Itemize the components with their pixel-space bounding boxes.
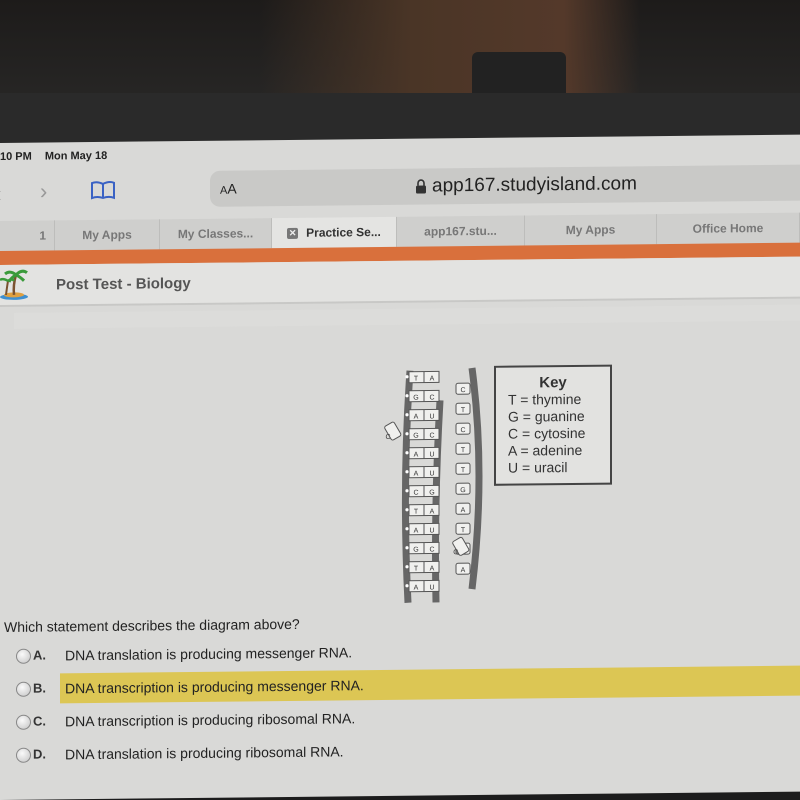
rna-base-label: A <box>461 507 466 514</box>
base-label: A <box>430 508 435 515</box>
browser-screen: 10 PM Mon May 18 ‹ › AA app167.studyisla… <box>0 134 800 800</box>
radio-button[interactable] <box>16 648 31 664</box>
rna-base-label: T <box>461 447 466 454</box>
rna-backbone-right <box>468 367 483 590</box>
base-label: G <box>413 433 418 440</box>
answer-text[interactable]: DNA translation is producing messenger R… <box>65 644 352 663</box>
key-entry: T = thymine <box>508 390 582 408</box>
forward-button[interactable]: › <box>40 179 47 205</box>
key-entry: G = guanine <box>508 407 585 425</box>
answer-text[interactable]: DNA transcription is producing ribosomal… <box>65 710 355 729</box>
base-label: T <box>414 376 419 383</box>
page-title: Post Test - Biology <box>56 275 191 294</box>
study-island-logo <box>0 269 28 300</box>
question-prompt: Which statement describes the diagram ab… <box>4 615 300 635</box>
base-label: A <box>414 452 419 459</box>
tab-my-classes[interactable]: My Classes... <box>160 218 272 250</box>
tab-app167[interactable]: app167.stu... <box>397 215 525 247</box>
background-light <box>260 0 640 95</box>
tab-1[interactable]: 1 <box>0 220 55 251</box>
answer-letter: D. <box>33 746 46 762</box>
answer-option-d[interactable]: D. DNA translation is producing ribosoma… <box>0 736 800 777</box>
key-entry: U = uracil <box>508 459 568 476</box>
status-bar: 10 PM Mon May 18 <box>0 150 117 163</box>
rna-base-label: T <box>461 407 466 414</box>
key-title: Key <box>539 374 567 392</box>
tab-practice-session[interactable]: ✕ Practice Se... <box>272 216 397 249</box>
base-label: C <box>429 546 434 553</box>
answer-text[interactable]: DNA translation is producing ribosomal R… <box>65 743 344 762</box>
key-entry: C = cytosine <box>508 424 586 442</box>
base-label: A <box>414 471 419 478</box>
base-label: A <box>430 565 435 572</box>
answer-letter: A. <box>33 647 46 663</box>
bookmarks-icon[interactable] <box>90 180 116 200</box>
status-time: 10 PM <box>0 150 32 163</box>
tab-my-apps[interactable]: My Apps <box>55 219 160 251</box>
browser-toolbar: ‹ › AA app167.studyisland.com <box>0 164 800 213</box>
base-label: A <box>414 585 419 592</box>
free-nucleotide-label: G <box>453 549 458 556</box>
radio-button[interactable] <box>16 714 31 730</box>
tab-label: My Classes... <box>177 226 254 242</box>
dna-transcription-diagram: TAGCAUGCAUAUCGTAAUGCTAAUCTCTTGATCACG <box>384 367 483 603</box>
answer-letter: C. <box>33 713 46 729</box>
answer-letter: B. <box>33 680 46 696</box>
base-label: U <box>429 584 434 591</box>
rna-base-label: T <box>461 467 466 474</box>
answer-text[interactable]: DNA transcription is producing messenger… <box>65 677 364 696</box>
base-label: G <box>413 547 418 554</box>
free-nucleotide-label: C <box>385 434 390 441</box>
base-label: T <box>414 509 419 516</box>
rna-base-label: T <box>461 527 466 534</box>
base-label: A <box>414 528 419 535</box>
base-label: U <box>429 470 434 477</box>
question-content: TAGCAUGCAUAUCGTAAUGCTAAUCTCTTGATCACG Key… <box>0 321 800 800</box>
address-bar[interactable]: AA app167.studyisland.com <box>210 164 800 207</box>
page-header: Post Test - Biology <box>0 256 800 307</box>
url-text: app167.studyisland.com <box>432 173 637 197</box>
rna-base-label: A <box>461 567 466 574</box>
rna-base-label: C <box>460 387 465 394</box>
key-box: Key T = thymine G = guanine C = cytosine… <box>494 364 612 486</box>
base-label: A <box>414 414 419 421</box>
radio-button[interactable] <box>16 681 31 697</box>
tab-label: My Apps <box>565 222 616 238</box>
tab-label: Practice Se... <box>306 225 381 240</box>
lock-icon <box>416 179 426 194</box>
back-button[interactable]: ‹ <box>0 181 1 207</box>
status-date: Mon May 18 <box>44 149 108 163</box>
tab-label: 1 <box>39 228 46 243</box>
radio-button[interactable] <box>16 747 31 763</box>
tab-my-apps-2[interactable]: My Apps <box>525 214 657 246</box>
base-label: U <box>429 451 434 458</box>
background-object <box>472 52 566 94</box>
base-label: T <box>414 566 419 573</box>
key-entry: A = adenine <box>508 441 583 459</box>
answer-choices: A. DNA translation is producing messenge… <box>0 637 800 777</box>
tab-label: app167.stu... <box>424 223 497 239</box>
text-size-button[interactable]: AA <box>220 181 237 197</box>
rna-base-label: G <box>460 487 465 494</box>
base-label: U <box>429 527 434 534</box>
base-label: U <box>429 413 434 420</box>
base-label: C <box>413 490 418 497</box>
rna-base-label: C <box>460 427 465 434</box>
base-label: C <box>429 432 434 439</box>
tab-office-home[interactable]: Office Home <box>657 212 800 245</box>
close-tab-icon[interactable]: ✕ <box>287 227 299 239</box>
base-label: C <box>429 394 434 401</box>
base-label: G <box>413 395 418 402</box>
base-label: A <box>430 375 435 382</box>
base-label: G <box>429 489 434 496</box>
tab-label: Office Home <box>692 221 764 236</box>
tab-label: My Apps <box>82 227 132 243</box>
